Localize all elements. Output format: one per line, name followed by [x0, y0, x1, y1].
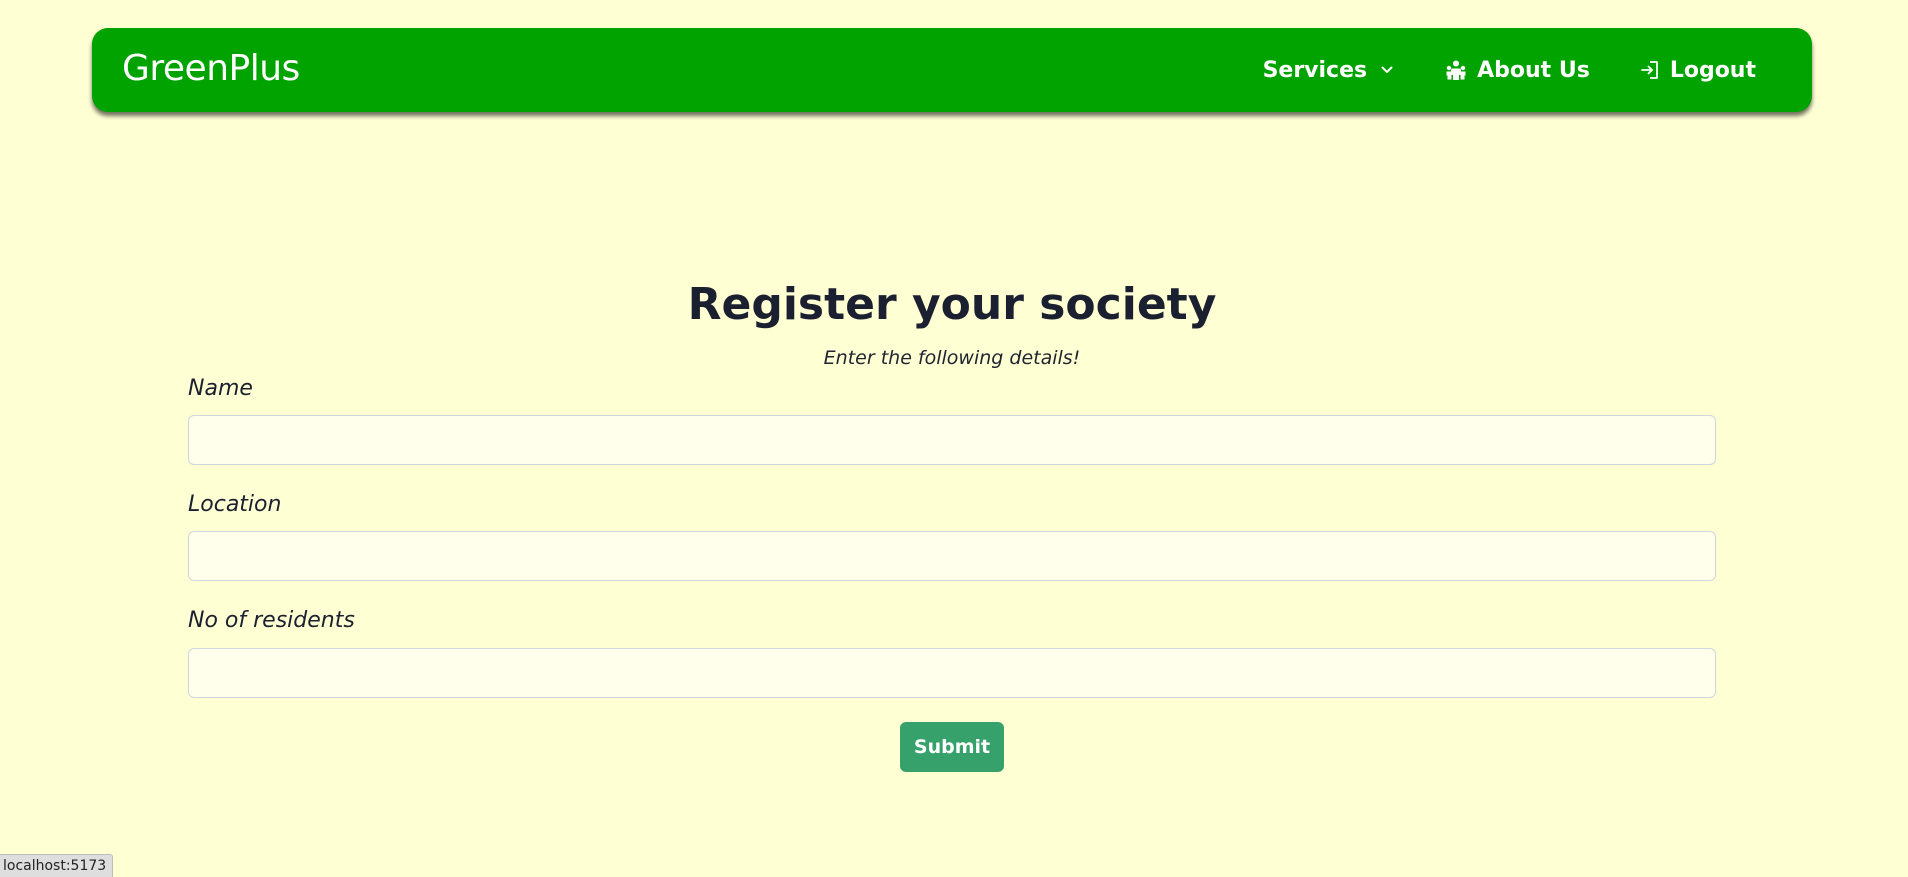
location-label: Location: [188, 492, 282, 517]
chevron-down-icon: [1381, 66, 1393, 74]
nav-item-about-us[interactable]: About Us: [1445, 58, 1590, 83]
residents-label: No of residents: [188, 608, 355, 633]
submit-button[interactable]: Submit: [900, 722, 1004, 772]
people-icon: [1445, 59, 1467, 81]
navbar: GreenPlus Services About Us Logout: [92, 28, 1812, 112]
name-label: Name: [188, 376, 253, 401]
nav-item-logout-label: Logout: [1669, 57, 1756, 83]
nav-item-services-label: Services: [1262, 57, 1368, 83]
nav-item-about-us-label: About Us: [1477, 57, 1590, 83]
status-bar-url: localhost:5173: [0, 854, 114, 877]
nav-menu: Services About Us Logout: [1263, 28, 1756, 112]
page-subtitle: Enter the following details!: [823, 347, 1081, 369]
residents-input[interactable]: [188, 648, 1716, 698]
logout-icon: [1640, 60, 1660, 80]
nav-item-logout[interactable]: Logout: [1640, 58, 1756, 83]
page-title: Register your society: [687, 279, 1217, 331]
nav-item-services[interactable]: Services: [1263, 58, 1394, 83]
location-input[interactable]: [188, 531, 1716, 581]
name-input[interactable]: [188, 415, 1716, 465]
brand-logo[interactable]: GreenPlus: [122, 47, 300, 91]
